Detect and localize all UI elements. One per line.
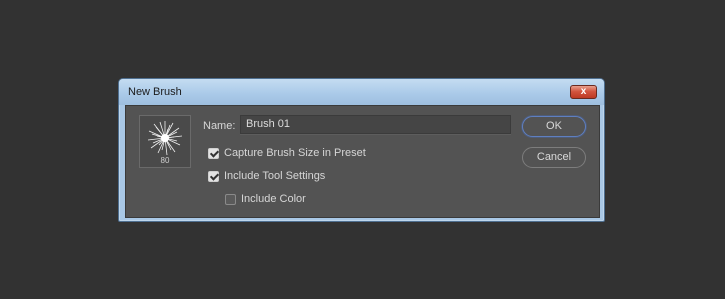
ok-button[interactable]: OK [522,116,586,137]
capture-brush-size-checkbox[interactable] [208,148,219,159]
close-button[interactable]: x [570,85,597,99]
brush-size-label: 80 [160,156,170,165]
include-color-label: Include Color [241,193,306,205]
dialog-title: New Brush [128,86,182,98]
dialog-body: 80 Name: Brush 01 Capture Brush Size in … [125,105,600,218]
dialog-titlebar[interactable]: New Brush x [119,79,604,105]
new-brush-dialog: New Brush x 80 Name: Brush 01 Capture Br… [118,78,605,222]
include-color-checkbox[interactable] [225,194,236,205]
brush-tip-icon [147,121,183,156]
close-icon: x [580,86,587,97]
brush-preview: 80 [139,115,191,168]
capture-brush-size-label: Capture Brush Size in Preset [224,147,366,159]
include-tool-settings-checkbox[interactable] [208,171,219,182]
cancel-button[interactable]: Cancel [522,147,586,168]
name-label: Name: [203,120,236,132]
name-input[interactable]: Brush 01 [240,115,511,134]
include-tool-settings-label: Include Tool Settings [224,170,326,182]
